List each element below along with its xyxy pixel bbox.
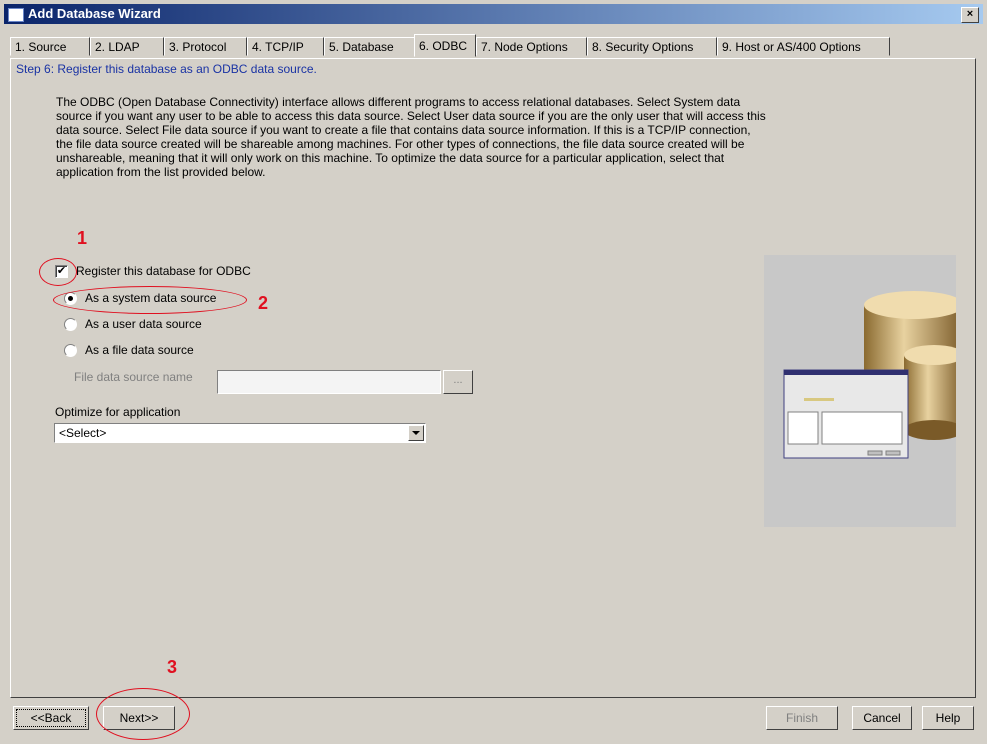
- tab-odbc[interactable]: 6. ODBC: [414, 34, 476, 57]
- file-dsn-label: File data source name: [74, 370, 193, 384]
- tab-database[interactable]: 5. Database: [324, 37, 415, 56]
- optimize-label: Optimize for application: [55, 405, 181, 419]
- close-button[interactable]: ×: [961, 7, 979, 23]
- title-bar: Add Database Wizard ×: [4, 4, 983, 24]
- optimize-selected-value: <Select>: [59, 426, 107, 440]
- tab-source[interactable]: 1. Source: [10, 37, 90, 56]
- annotation-ellipse-2: [53, 286, 247, 314]
- tab-protocol[interactable]: 3. Protocol: [164, 37, 247, 56]
- tab-ldap[interactable]: 2. LDAP: [90, 37, 164, 56]
- description-text: The ODBC (Open Database Connectivity) in…: [56, 95, 766, 179]
- tab-tcpip[interactable]: 4. TCP/IP: [247, 37, 324, 56]
- tab-security-options[interactable]: 8. Security Options: [587, 37, 717, 56]
- tab-node-options[interactable]: 7. Node Options: [476, 37, 587, 56]
- file-data-source-label: As a file data source: [85, 343, 194, 357]
- cancel-button[interactable]: Cancel: [852, 706, 912, 730]
- file-dsn-input[interactable]: [217, 370, 441, 394]
- optimize-select[interactable]: <Select>: [54, 423, 426, 443]
- register-odbc-checkbox[interactable]: ✔: [55, 265, 68, 278]
- annotation-3: 3: [167, 657, 178, 677]
- browse-button[interactable]: ...: [443, 370, 473, 394]
- file-data-source-radio[interactable]: [64, 344, 77, 357]
- annotation-2: 2: [258, 293, 269, 313]
- back-button[interactable]: <<Back: [13, 706, 89, 730]
- database-illustration: [764, 255, 964, 527]
- window-icon: [8, 8, 24, 22]
- annotation-ellipse-3: [96, 688, 190, 740]
- register-odbc-label: Register this database for ODBC: [76, 264, 251, 278]
- user-data-source-radio[interactable]: [64, 318, 77, 331]
- chevron-down-icon[interactable]: [408, 425, 424, 441]
- user-data-source-label: As a user data source: [85, 317, 202, 331]
- finish-button[interactable]: Finish: [766, 706, 838, 730]
- window-title: Add Database Wizard: [28, 6, 161, 21]
- tab-host-options[interactable]: 9. Host or AS/400 Options: [717, 37, 890, 56]
- help-button[interactable]: Help: [922, 706, 974, 730]
- annotation-1: 1: [77, 228, 88, 248]
- step-heading: Step 6: Register this database as an ODB…: [16, 62, 317, 76]
